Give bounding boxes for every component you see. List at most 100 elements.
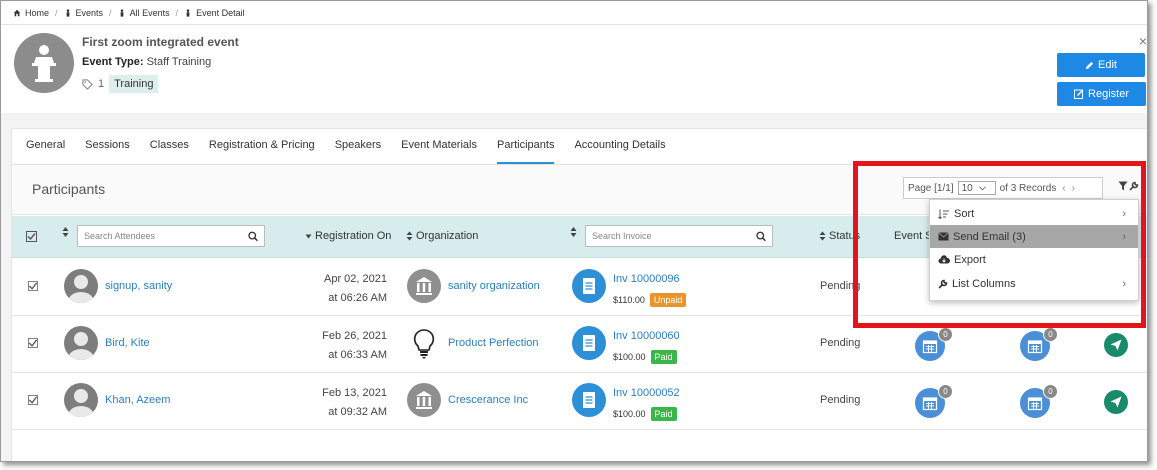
invoice-number[interactable]: Inv 10000060: [613, 330, 680, 342]
registration-date: Feb 26, 2021 at 06:33 AM: [322, 330, 387, 361]
tag-row: 1 Training: [82, 75, 159, 93]
invoice-amount: $110.00 Unpaid: [613, 293, 687, 307]
sort-icon: [819, 231, 826, 241]
edit-button[interactable]: Edit: [1057, 53, 1145, 77]
invoice-amount: $100.00 Paid: [613, 350, 677, 364]
class-count-badge: 0: [1043, 327, 1058, 342]
breadcrumb-events[interactable]: Events: [64, 8, 103, 18]
tab-registration-pricing[interactable]: Registration & Pricing: [209, 139, 315, 164]
user-silhouette-icon: [68, 332, 94, 360]
tab-general[interactable]: General: [26, 139, 65, 164]
tab-participants[interactable]: Participants: [496, 139, 555, 164]
col-registration-on[interactable]: Registration On: [305, 230, 391, 242]
event-title: First zoom integrated event: [82, 35, 239, 49]
search-icon[interactable]: [755, 231, 766, 242]
event-avatar: [14, 33, 74, 93]
status-badge: Paid: [650, 407, 677, 421]
session-count-badge: 0: [938, 384, 953, 399]
calendar-icon: [1027, 340, 1043, 354]
registration-date: Apr 02, 2021 at 06:26 AM: [324, 273, 387, 304]
pencil-icon: [1085, 61, 1094, 69]
organization-name[interactable]: sanity organization: [448, 280, 540, 292]
search-invoice-input[interactable]: [592, 231, 756, 241]
close-icon[interactable]: ×: [1139, 33, 1147, 49]
tab-accounting-details[interactable]: Accounting Details: [574, 139, 665, 164]
col-organization[interactable]: Organization: [406, 230, 478, 242]
document-icon: [583, 392, 595, 408]
row-checkbox[interactable]: [28, 395, 38, 405]
tag-icon: [82, 78, 93, 90]
attendee-name[interactable]: Bird, Kite: [105, 337, 150, 349]
event-header: First zoom integrated event Event Type: …: [1, 25, 1147, 113]
person-icon: [120, 8, 123, 17]
user-silhouette-icon: [68, 389, 94, 417]
home-icon: [13, 9, 21, 16]
invoice-number[interactable]: Inv 10000052: [613, 387, 680, 399]
tab-bar: General Sessions Classes Registration & …: [12, 129, 1147, 165]
document-icon: [583, 278, 595, 294]
register-button[interactable]: Register: [1057, 82, 1146, 106]
lightbulb-icon: [413, 329, 435, 359]
avatar: [64, 326, 98, 360]
person-icon: [186, 8, 190, 17]
document-icon: [583, 335, 595, 351]
status-badge: Unpaid: [649, 293, 687, 307]
calendar-icon: [1027, 397, 1043, 411]
section-title: Participants: [32, 181, 106, 197]
highlight-annotation: [853, 161, 1146, 328]
bank-icon: [407, 269, 441, 303]
breadcrumb-all-events[interactable]: All Events: [118, 8, 170, 18]
send-button[interactable]: [1104, 333, 1128, 357]
person-icon: [66, 8, 69, 17]
paper-plane-icon: [1110, 339, 1122, 351]
bank-icon: [407, 383, 441, 417]
search-invoice[interactable]: [585, 225, 773, 247]
tab-sessions[interactable]: Sessions: [85, 139, 130, 164]
sort-invoice-icon[interactable]: [570, 226, 577, 238]
calendar-icon: [922, 397, 938, 411]
invoice-icon[interactable]: [572, 269, 606, 303]
user-silhouette-icon: [68, 275, 94, 303]
calendar-icon: [922, 340, 938, 354]
breadcrumb-event-detail: Event Detail: [184, 8, 245, 18]
invoice-icon[interactable]: [572, 326, 606, 360]
organization-name[interactable]: Product Perfection: [448, 337, 539, 349]
tab-event-materials[interactable]: Event Materials: [401, 139, 477, 164]
search-attendees-input[interactable]: [84, 231, 248, 241]
avatar: [64, 383, 98, 417]
search-attendees[interactable]: [77, 225, 265, 247]
invoice-icon[interactable]: [572, 383, 606, 417]
tab-speakers[interactable]: Speakers: [335, 139, 381, 164]
sort-attendees-icon[interactable]: [62, 226, 69, 238]
organization-name[interactable]: Crescerance Inc: [448, 394, 528, 406]
avatar: [64, 269, 98, 303]
breadcrumb-home[interactable]: Home: [13, 8, 49, 18]
register-icon: [1074, 89, 1084, 99]
registration-status: Pending: [820, 337, 861, 349]
table-row[interactable]: Khan, Azeem Feb 13, 2021 at 09:32 AM Cre…: [12, 373, 1147, 430]
speaker-podium-icon: [32, 45, 56, 82]
event-type: Event Type: Staff Training: [82, 56, 212, 68]
breadcrumb: Home / Events / All Events / Event Detai…: [1, 1, 1147, 25]
row-checkbox[interactable]: [28, 338, 38, 348]
tag-count: 1: [98, 78, 105, 90]
search-icon[interactable]: [247, 231, 258, 242]
attendee-name[interactable]: signup, sanity: [105, 280, 172, 292]
registration-status: Pending: [820, 394, 861, 406]
session-count-badge: 0: [938, 327, 953, 342]
app-window: Home / Events / All Events / Event Detai…: [0, 0, 1148, 462]
tab-classes[interactable]: Classes: [150, 139, 189, 164]
class-count-badge: 0: [1043, 384, 1058, 399]
row-checkbox[interactable]: [28, 281, 38, 291]
invoice-amount: $100.00 Paid: [613, 407, 677, 421]
attendee-name[interactable]: Khan, Azeem: [105, 394, 170, 406]
sort-desc-icon: [305, 234, 312, 238]
send-button[interactable]: [1104, 390, 1128, 414]
tag-chip-training[interactable]: Training: [109, 75, 159, 93]
select-all-checkbox[interactable]: [26, 231, 37, 242]
registration-date: Feb 13, 2021 at 09:32 AM: [322, 387, 387, 418]
paper-plane-icon: [1110, 396, 1122, 408]
sort-icon: [406, 231, 413, 241]
status-badge: Paid: [650, 350, 677, 364]
invoice-number[interactable]: Inv 10000096: [613, 273, 680, 285]
